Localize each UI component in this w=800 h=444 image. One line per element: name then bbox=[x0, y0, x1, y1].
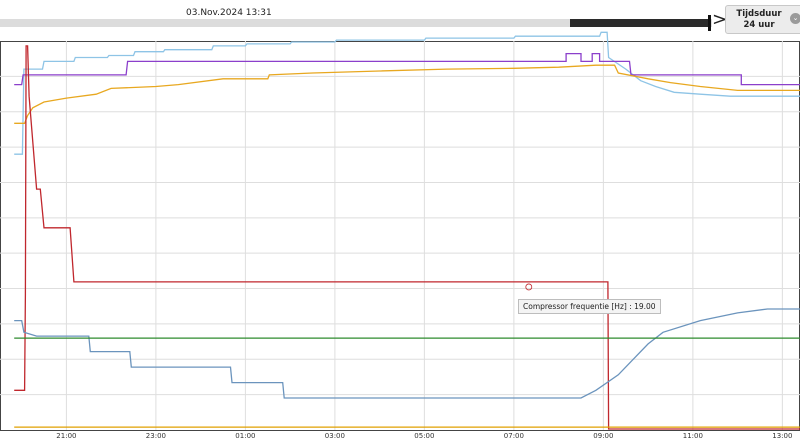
x-tick-label: 05:00 bbox=[414, 432, 434, 440]
x-tick-label: 21:00 bbox=[56, 432, 76, 440]
x-tick-label: 01:00 bbox=[235, 432, 255, 440]
tooltip: Compressor frequentie [Hz] : 19.00 bbox=[518, 299, 661, 314]
x-tick-label: 09:00 bbox=[593, 432, 613, 440]
line-chart: 21:00 23:00 01:00 03:00 05:00 07:00 09:00 11:00… bbox=[0, 31, 800, 440]
series-line-4 bbox=[14, 45, 800, 430]
series-line-5 bbox=[14, 308, 800, 399]
x-tick-label: 23:00 bbox=[146, 432, 166, 440]
x-tick-label: 07:00 bbox=[504, 432, 524, 440]
x-tick-labels: 21:00 23:00 01:00 03:00 05:00 07:00 09:00 11:00… bbox=[56, 432, 792, 440]
series-line-2 bbox=[14, 52, 800, 86]
series-line-3 bbox=[14, 64, 800, 124]
x-tick-label: 03:00 bbox=[325, 432, 345, 440]
series-layer bbox=[14, 31, 800, 430]
x-tick-label: 11:00 bbox=[683, 432, 703, 440]
series-line-1 bbox=[14, 31, 800, 155]
grid bbox=[0, 41, 800, 431]
x-tick-label: 13:00 bbox=[772, 432, 792, 440]
plot-frame bbox=[0, 41, 800, 431]
